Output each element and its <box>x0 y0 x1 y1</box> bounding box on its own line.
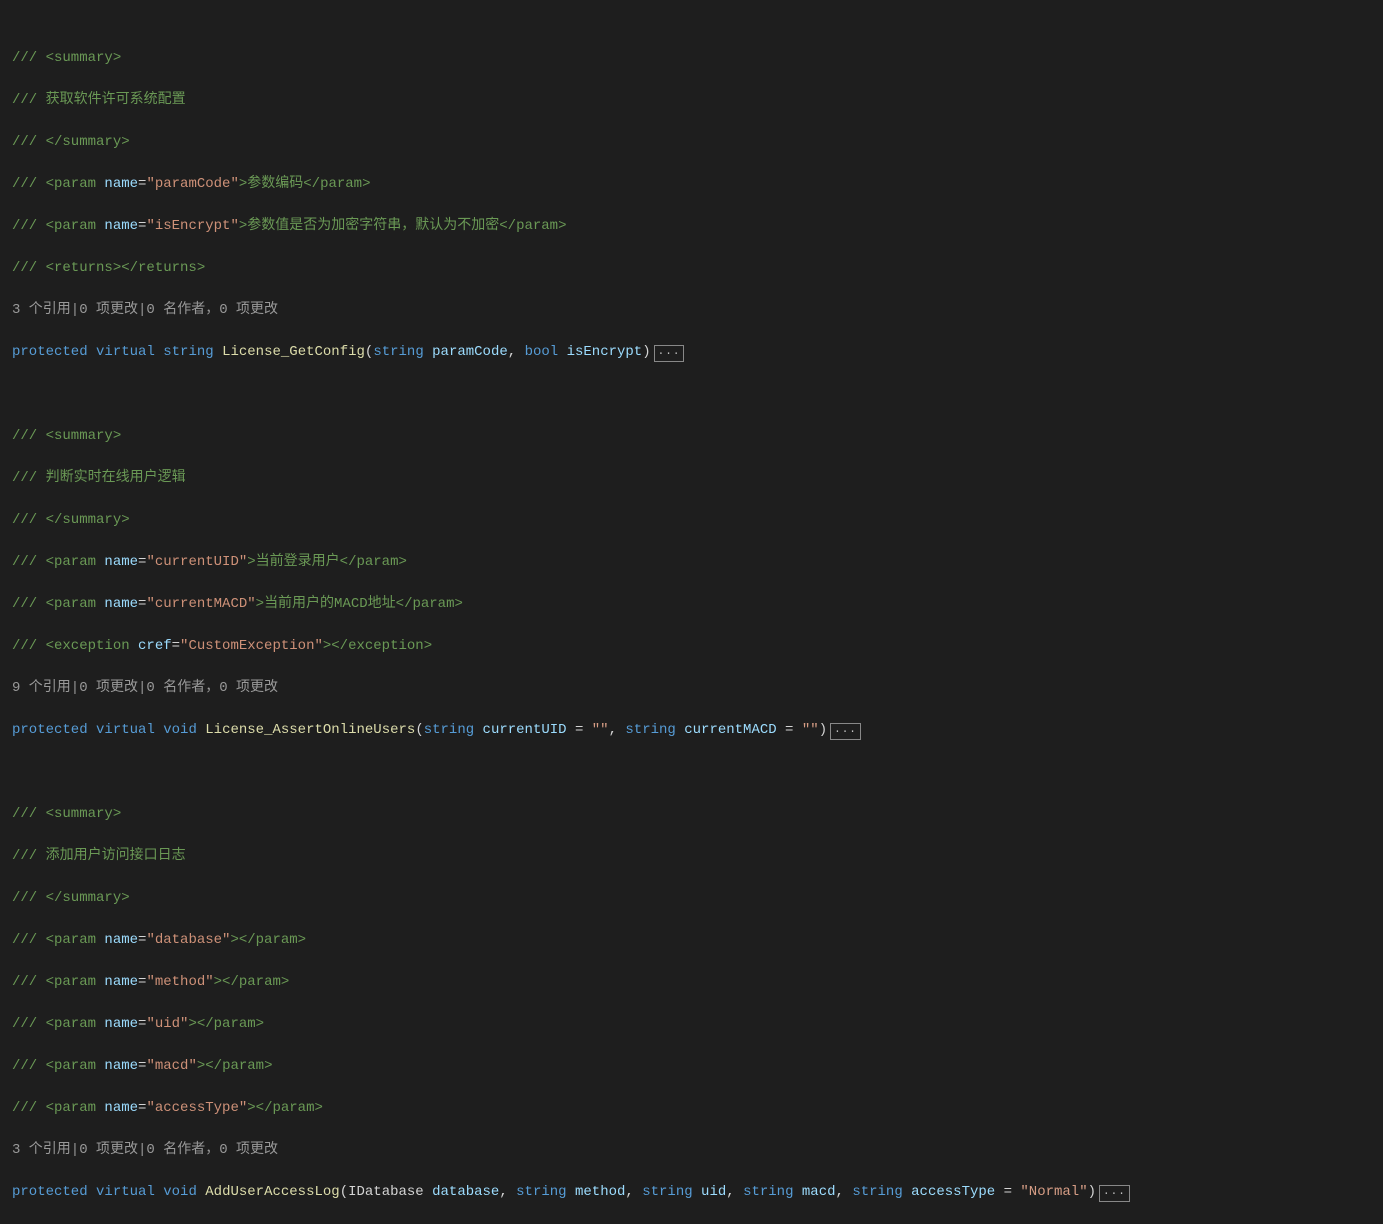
doc-line: /// <param name="currentUID">当前登录用户</par… <box>12 552 1371 573</box>
doc-line: /// </summary> <box>12 888 1371 909</box>
doc-line: /// <param name="paramCode">参数编码</param> <box>12 174 1371 195</box>
collapse-toggle[interactable]: ... <box>830 723 861 740</box>
codelens[interactable]: 3 个引用|0 项更改|0 名作者，0 项更改 <box>12 300 1371 321</box>
doc-line: /// <summary> <box>12 804 1371 825</box>
doc-line: /// <exception cref="CustomException"></… <box>12 636 1371 657</box>
blank-line <box>12 762 1371 783</box>
collapse-toggle[interactable]: ... <box>654 345 685 362</box>
doc-line: /// 添加用户访问接口日志 <box>12 846 1371 867</box>
codelens[interactable]: 9 个引用|0 项更改|0 名作者，0 项更改 <box>12 678 1371 699</box>
method-signature: protected virtual string License_GetConf… <box>12 342 1371 363</box>
doc-line: /// <param name="method"></param> <box>12 972 1371 993</box>
code-editor[interactable]: /// <summary> /// 获取软件许可系统配置 /// </summa… <box>0 0 1383 1224</box>
doc-line: /// <param name="accessType"></param> <box>12 1098 1371 1119</box>
doc-line: /// 获取软件许可系统配置 <box>12 90 1371 111</box>
doc-line: /// </summary> <box>12 510 1371 531</box>
doc-line: /// <param name="database"></param> <box>12 930 1371 951</box>
doc-line: /// <summary> <box>12 426 1371 447</box>
doc-line: /// <returns></returns> <box>12 258 1371 279</box>
collapse-toggle[interactable]: ... <box>1099 1185 1130 1202</box>
codelens[interactable]: 3 个引用|0 项更改|0 名作者，0 项更改 <box>12 1140 1371 1161</box>
doc-line: /// <param name="isEncrypt">参数值是否为加密字符串，… <box>12 216 1371 237</box>
doc-line: /// <summary> <box>12 48 1371 69</box>
doc-line: /// <param name="uid"></param> <box>12 1014 1371 1035</box>
doc-line: /// <param name="macd"></param> <box>12 1056 1371 1077</box>
xml-doc: /// <summary> <box>12 50 121 66</box>
method-signature: protected virtual void AddUserAccessLog(… <box>12 1182 1371 1203</box>
method-signature: protected virtual void License_AssertOnl… <box>12 720 1371 741</box>
doc-line: /// 判断实时在线用户逻辑 <box>12 468 1371 489</box>
doc-line: /// </summary> <box>12 132 1371 153</box>
blank-line <box>12 384 1371 405</box>
